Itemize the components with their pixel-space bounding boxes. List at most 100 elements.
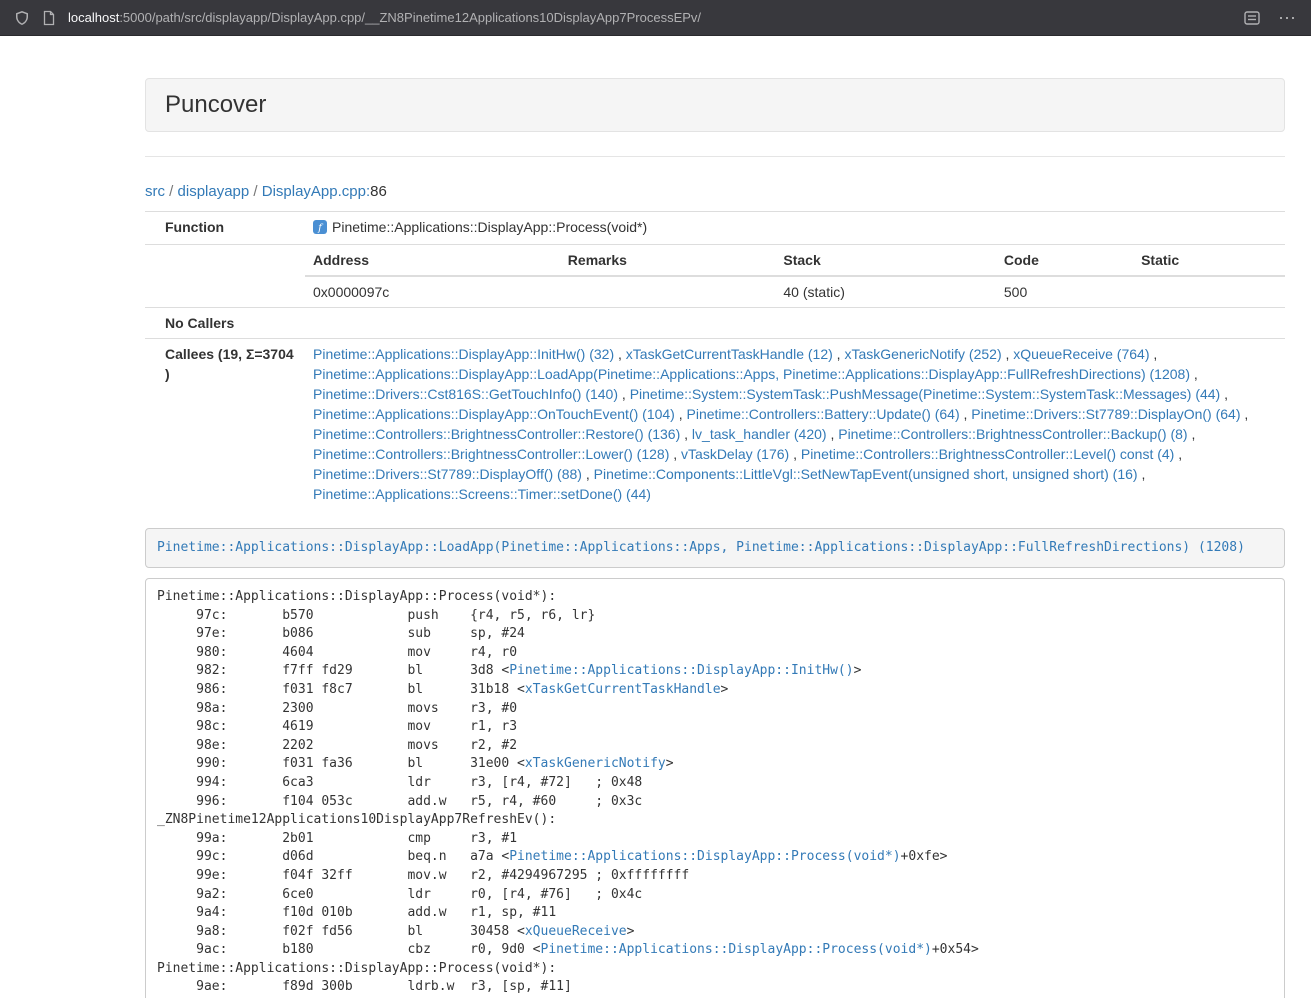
column-code: Code [996,245,1133,276]
asm-line: 986: f031 f8c7 bl 31b18 <xTaskGetCurrent… [157,681,1273,700]
stack-value: 40 (static) [775,276,996,307]
callee-link[interactable]: xTaskGetCurrentTaskHandle (12) [626,346,833,362]
function-name: Pinetime::Applications::DisplayApp::Proc… [332,219,647,235]
callees-cell: Pinetime::Applications::DisplayApp::Init… [305,339,1285,510]
highlighted-symbol-link[interactable]: Pinetime::Applications::DisplayApp::Load… [157,540,1245,555]
callee-link[interactable]: vTaskDelay (176) [681,446,789,462]
asm-line: 9a8: f02f fd56 bl 30458 <xQueueReceive> [157,923,1273,942]
callee-link[interactable]: Pinetime::Applications::DisplayApp::Init… [313,346,614,362]
callee-link[interactable]: Pinetime::Controllers::Battery::Update()… [687,406,960,422]
app-header: Puncover [145,78,1285,132]
breadcrumb-link[interactable]: DisplayApp.cpp: [262,183,370,200]
asm-line: 9a2: 6ce0 ldr r0, [r4, #76] ; 0x4c [157,886,1273,905]
url-path: :5000/path/src/displayapp/DisplayApp.cpp… [119,10,701,25]
url-host: localhost [68,10,119,25]
reader-view-icon[interactable] [1244,11,1260,25]
callees-header: Callees (19, Σ=3704 ) [145,339,305,510]
breadcrumb: src / displayapp / DisplayApp.cpp:86 [145,183,1285,200]
asm-line: Pinetime::Applications::DisplayApp::Proc… [157,588,1273,607]
page-content: Puncover src / displayapp / DisplayApp.c… [145,36,1285,998]
asm-line: 99a: 2b01 cmp r3, #1 [157,830,1273,849]
breadcrumb-link[interactable]: src [145,183,165,200]
callee-link[interactable]: lv_task_handler (420) [692,426,827,442]
asm-line: 97c: b570 push {r4, r5, r6, lr} [157,607,1273,626]
callee-separator: , [582,466,594,482]
symbol-table: Function f Pinetime::Applications::Displ… [145,211,1285,509]
symbol-link[interactable]: Pinetime::Applications::DisplayApp::Proc… [509,849,900,864]
page-actions-menu-icon[interactable]: ⋯ [1278,9,1297,27]
callee-link[interactable]: Pinetime::Applications::DisplayApp::OnTo… [313,406,675,422]
function-icon: f [313,219,327,239]
no-callers-header: No Callers [145,308,305,339]
callee-link[interactable]: Pinetime::Controllers::BrightnessControl… [801,446,1174,462]
symbol-link[interactable]: xTaskGenericNotify [525,756,666,771]
callee-link[interactable]: Pinetime::Drivers::St7789::DisplayOn() (… [971,406,1240,422]
callee-separator: , [1174,446,1182,462]
callee-link[interactable]: Pinetime::Controllers::BrightnessControl… [838,426,1187,442]
callee-link[interactable]: Pinetime::Applications::DisplayApp::Load… [313,366,1190,382]
symbol-link[interactable]: Pinetime::Applications::DisplayApp::Init… [509,663,853,678]
toolbar-actions: ⋯ [1244,9,1297,27]
asm-line: 996: f104 053c add.w r5, r4, #60 ; 0x3c [157,793,1273,812]
page-info-icon[interactable] [42,10,56,26]
asm-line: 98a: 2300 movs r3, #0 [157,700,1273,719]
details-row: Address Remarks Stack Code Static 0x0000… [145,245,1285,308]
column-remarks: Remarks [560,245,776,276]
breadcrumb-link[interactable]: displayapp [178,183,250,200]
symbol-link[interactable]: xQueueReceive [525,924,627,939]
asm-line: _ZN8Pinetime12Applications10DisplayApp7R… [157,811,1273,830]
callee-separator: , [1138,466,1146,482]
callee-separator: , [1241,406,1249,422]
callee-link[interactable]: Pinetime::System::SystemTask::PushMessag… [630,386,1221,402]
details-cell: Address Remarks Stack Code Static 0x0000… [305,245,1285,308]
callee-separator: , [960,406,972,422]
column-stack: Stack [775,245,996,276]
callee-separator: , [1190,366,1198,382]
callee-separator: , [1220,386,1228,402]
address-value: 0x0000097c [305,276,560,307]
asm-line: 9ae: f89d 300b ldrb.w r3, [sp, #11] [157,978,1273,997]
callee-link[interactable]: Pinetime::Drivers::St7789::DisplayOff() … [313,466,582,482]
symbol-link[interactable]: Pinetime::Applications::DisplayApp::Proc… [541,942,932,957]
function-row: Function f Pinetime::Applications::Displ… [145,212,1285,245]
callee-link[interactable]: Pinetime::Applications::Screens::Timer::… [313,486,651,502]
callee-separator: , [789,446,801,462]
column-address: Address [305,245,560,276]
symbol-link[interactable]: xTaskGetCurrentTaskHandle [525,682,721,697]
callee-separator: , [827,426,839,442]
remarks-value [560,276,776,307]
asm-line: 99c: d06d beq.n a7a <Pinetime::Applicati… [157,848,1273,867]
asm-line: 9ac: b180 cbz r0, 9d0 <Pinetime::Applica… [157,941,1273,960]
details-value-row: 0x0000097c 40 (static) 500 [305,276,1285,307]
callee-link[interactable]: Pinetime::Controllers::BrightnessControl… [313,446,669,462]
callee-separator: , [614,346,626,362]
app-title: Puncover [165,91,266,118]
url-bar[interactable]: localhost:5000/path/src/displayapp/Displ… [68,10,1232,25]
callee-link[interactable]: Pinetime::Components::LittleVgl::SetNewT… [594,466,1138,482]
asm-line: 97e: b086 sub sp, #24 [157,625,1273,644]
highlighted-symbol-box: Pinetime::Applications::DisplayApp::Load… [145,528,1285,568]
code-value: 500 [996,276,1133,307]
divider [145,156,1285,157]
shield-icon[interactable] [14,10,30,26]
details-header-row: Address Remarks Stack Code Static [305,245,1285,276]
callee-separator: , [1149,346,1157,362]
callee-separator: , [680,426,692,442]
asm-line: 98e: 2202 movs r2, #2 [157,737,1273,756]
callee-link[interactable]: xQueueReceive (764) [1013,346,1149,362]
asm-line: 994: 6ca3 ldr r3, [r4, #72] ; 0x48 [157,774,1273,793]
callee-separator: , [675,406,687,422]
asm-line: 980: 4604 mov r4, r0 [157,644,1273,663]
breadcrumb-separator: / [249,183,262,200]
callee-link[interactable]: Pinetime::Controllers::BrightnessControl… [313,426,680,442]
callee-link[interactable]: Pinetime::Drivers::Cst816S::GetTouchInfo… [313,386,618,402]
breadcrumb-line-number: 86 [370,183,387,200]
asm-line: 990: f031 fa36 bl 31e00 <xTaskGenericNot… [157,755,1273,774]
details-table: Address Remarks Stack Code Static 0x0000… [305,245,1285,307]
asm-line: 982: f7ff fd29 bl 3d8 <Pinetime::Applica… [157,662,1273,681]
callee-link[interactable]: xTaskGenericNotify (252) [844,346,1001,362]
callee-separator: , [618,386,630,402]
callee-separator: , [833,346,845,362]
browser-toolbar: localhost:5000/path/src/displayapp/Displ… [0,0,1311,36]
static-value [1133,276,1285,307]
